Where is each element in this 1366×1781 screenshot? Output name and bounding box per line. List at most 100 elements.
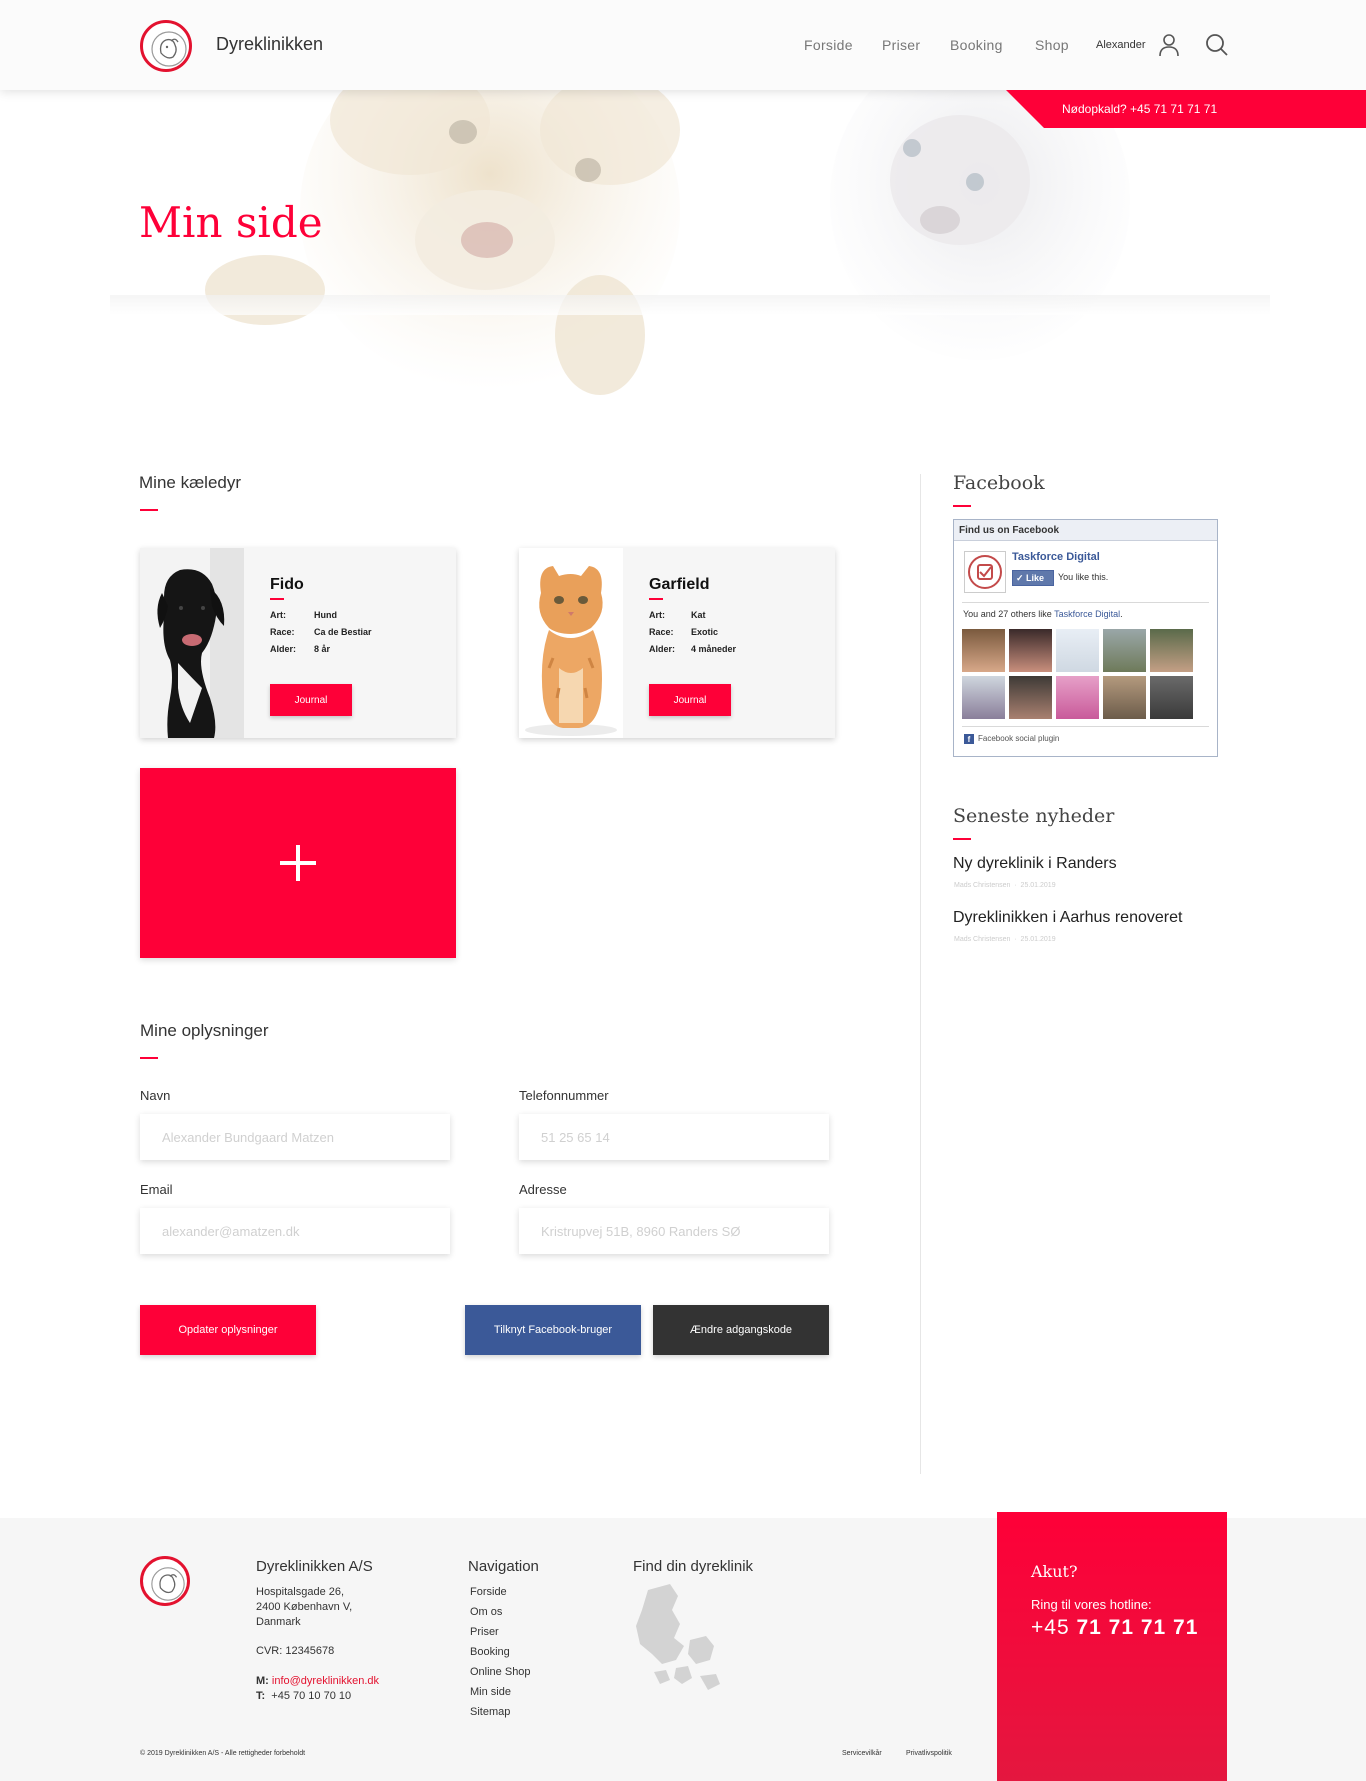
pet-race-label: Race: [270,627,295,637]
denmark-map-icon[interactable] [630,1580,730,1710]
fb-friend-avatar[interactable] [1103,629,1146,672]
fb-others-suffix: . [1120,609,1123,619]
email-label: Email [140,1182,173,1197]
fb-others-page-link[interactable]: Taskforce Digital [1054,609,1120,619]
journal-button[interactable]: Journal [270,684,352,716]
facebook-widget[interactable]: Find us on Facebook Taskforce Digital ✓ … [953,519,1218,757]
dog-photo [140,548,244,738]
fb-friend-avatar[interactable] [1009,676,1052,719]
footer-find-title: Find din dyreklinik [633,1558,754,1575]
pet-card-fido[interactable]: Fido Art: Hund Race: Ca de Bestiar Alder… [140,548,456,738]
footer-link-sitemap[interactable]: Sitemap [470,1706,510,1718]
address-input[interactable] [519,1208,829,1254]
pet-race-value: Exotic [691,627,719,637]
footer-tel-label: T: [256,1690,266,1702]
footer-link-online-shop[interactable]: Online Shop [470,1666,531,1678]
footer-email-row: M: info@dyreklinikken.dk [256,1675,379,1687]
emergency-text: Nødopkald? +45 71 71 71 71 [1062,102,1218,116]
footer-link-min-side[interactable]: Min side [470,1686,511,1698]
change-password-button[interactable]: Ændre adgangskode [653,1305,829,1355]
akut-phone-number: 71 71 71 71 [1076,1616,1199,1639]
footer-company-title: Dyreklinikken A/S [256,1558,373,1575]
pet-race-label: Race: [649,627,674,637]
fb-widget-header: Find us on Facebook [954,520,1217,541]
pet-card-garfield[interactable]: Garfield Art: Kat Race: Exotic Alder: 4 … [519,548,835,738]
pets-section-title: Mine kæledyr [139,473,242,492]
phone-input[interactable] [519,1114,829,1160]
emergency-hotline-box: Akut? Ring til vores hotline: +45 71 71 … [997,1512,1227,1781]
brand-name[interactable]: Dyreklinikken [216,34,323,55]
user-name[interactable]: Alexander [1096,39,1146,51]
footer-link-forside[interactable]: Forside [470,1586,507,1598]
emergency-banner[interactable]: Nødopkald? +45 71 71 71 71 [1006,90,1366,128]
phone-label: Telefonnummer [519,1088,609,1103]
fb-friend-avatar[interactable] [1009,629,1052,672]
news-item-title[interactable]: Dyreklinikken i Aarhus renoveret [953,909,1182,927]
page-title: Min side [139,198,323,247]
add-pet-button[interactable] [140,768,456,958]
title-underline [140,509,158,511]
fb-friend-avatar[interactable] [1056,676,1099,719]
terms-link[interactable]: Servicevilkår [842,1750,882,1757]
nav-booking[interactable]: Booking [950,37,1003,53]
sidebar-divider [920,474,921,1474]
footer-logo[interactable] [140,1556,190,1606]
pet-art-label: Art: [270,610,286,620]
footer-email-link[interactable]: info@dyreklinikken.dk [272,1675,379,1687]
news-item-meta: Mads Christensen · 25.01.2019 [954,882,1056,889]
pet-age-label: Alder: [270,644,297,654]
footer-address-line: 2400 København V, [256,1601,353,1613]
fb-friend-avatar[interactable] [1103,676,1146,719]
journal-button[interactable]: Journal [649,684,731,716]
pets-logo-icon [151,31,187,67]
cat-photo [519,548,623,738]
pet-age-value: 4 måneder [691,644,737,654]
pet-age-label: Alder: [649,644,676,654]
fb-friend-avatar[interactable] [1150,629,1193,672]
akut-title: Akut? [1031,1562,1078,1581]
privacy-link[interactable]: Privatlivspolitik [906,1750,952,1757]
title-underline [953,838,971,840]
footer-link-om-os[interactable]: Om os [470,1606,502,1618]
info-section-title: Mine oplysninger [140,1021,269,1040]
name-label: Navn [140,1088,171,1103]
taskforce-logo[interactable] [964,551,1006,593]
pet-art-value: Hund [314,610,337,620]
akut-phone[interactable]: +45 71 71 71 71 [1031,1616,1198,1640]
akut-subtitle: Ring til vores hotline: [1031,1597,1152,1612]
footer-phone: +45 70 10 70 10 [271,1690,352,1702]
user-icon[interactable] [1158,33,1180,57]
news-author: Mads Christensen [954,936,1011,943]
footer-link-priser[interactable]: Priser [470,1626,499,1638]
news-section-title: Seneste nyheder [953,805,1115,827]
dog-image [140,548,244,738]
pet-race-value: Ca de Bestiar [314,627,372,637]
update-info-button[interactable]: Opdater oplysninger [140,1305,316,1355]
pet-name-underline [649,598,663,600]
fb-like-button[interactable]: ✓ Like [1012,570,1054,586]
site-header: Dyreklinikken Forside Priser Booking Sho… [0,0,1366,90]
footer-phone-row: T: +45 70 10 70 10 [256,1690,351,1702]
news-date: 25.01.2019 [1020,882,1056,889]
email-input[interactable] [140,1208,450,1254]
fb-friend-avatar[interactable] [962,629,1005,672]
fb-like-label: Like [1026,573,1045,583]
footer-link-booking[interactable]: Booking [470,1646,510,1658]
name-input[interactable] [140,1114,450,1160]
connect-facebook-button[interactable]: Tilknyt Facebook-bruger [465,1305,641,1355]
fb-friend-avatar[interactable] [1056,629,1099,672]
fb-you-like: You like this. [1058,572,1109,582]
pet-name: Fido [270,576,304,593]
fb-plugin-footer: f Facebook social plugin [964,734,1059,744]
fb-friend-avatar[interactable] [962,676,1005,719]
nav-shop[interactable]: Shop [1035,37,1069,53]
news-item-title[interactable]: Ny dyreklinik i Randers [953,855,1117,873]
logo[interactable] [140,20,192,72]
pet-age-value: 8 år [314,644,331,654]
nav-priser[interactable]: Priser [882,37,920,53]
nav-forside[interactable]: Forside [804,37,853,53]
fb-friend-avatar[interactable] [1150,676,1193,719]
fb-page-name[interactable]: Taskforce Digital [1012,551,1100,563]
title-underline [953,505,971,507]
search-icon[interactable] [1205,33,1229,57]
